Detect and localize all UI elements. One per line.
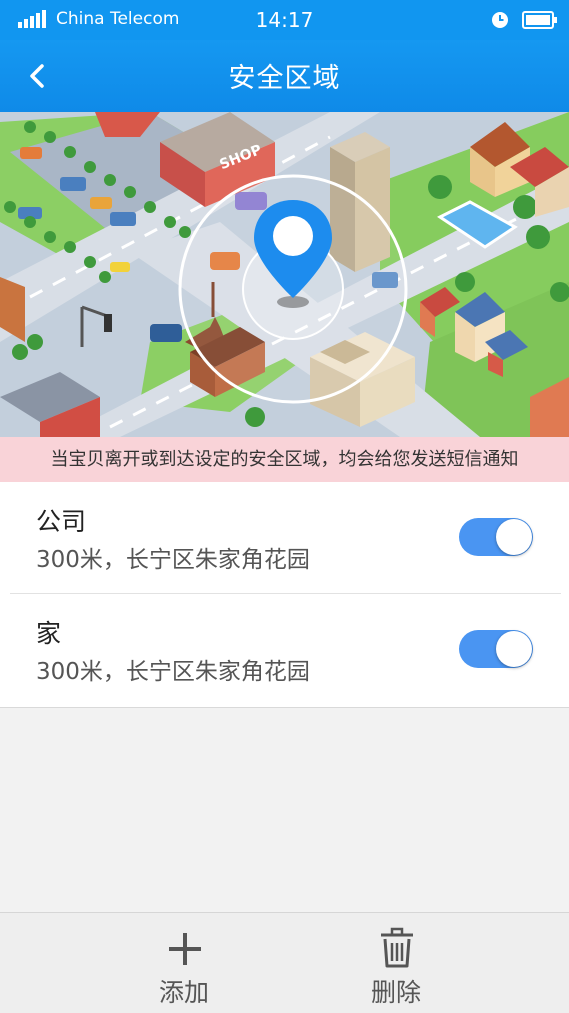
zone-toggle[interactable] [459, 518, 533, 556]
status-bar: China Telecom 14:17 [0, 0, 569, 40]
add-button[interactable]: 添加 [114, 913, 254, 1013]
nav-bar: 安全区域 [0, 40, 569, 112]
toggle-knob [496, 631, 532, 667]
trash-icon [381, 927, 413, 968]
list-item[interactable]: 公司 300米，长宁区朱家角花园 [0, 482, 569, 594]
battery-icon [522, 11, 557, 29]
zone-description: 300米，长宁区朱家角花园 [36, 659, 310, 685]
bottom-action-bar: 添加 删除 [0, 912, 569, 1013]
add-label: 添加 [158, 978, 209, 1007]
clock: 14:17 [255, 8, 314, 32]
delete-button[interactable]: 删除 [326, 913, 466, 1013]
zone-name: 家 [36, 619, 62, 648]
page-title: 安全区域 [228, 63, 341, 94]
zone-description: 300米，长宁区朱家角花园 [36, 547, 310, 573]
zone-toggle[interactable] [459, 630, 533, 668]
notification-banner: 当宝贝离开或到达设定的安全区域，均会给您发送短信通知 [0, 437, 569, 482]
plus-icon [169, 933, 201, 965]
safe-zone-list: 公司 300米，长宁区朱家角花园 家 300米，长宁区朱家角花园 [0, 482, 569, 708]
list-item[interactable]: 家 300米，长宁区朱家角花园 [0, 594, 569, 706]
zone-name: 公司 [36, 507, 87, 536]
alarm-icon [492, 12, 508, 28]
toggle-knob [496, 519, 532, 555]
delete-label: 删除 [370, 978, 421, 1007]
safe-zone-illustration: SHOP [0, 112, 569, 437]
location-pin-icon [254, 200, 332, 308]
